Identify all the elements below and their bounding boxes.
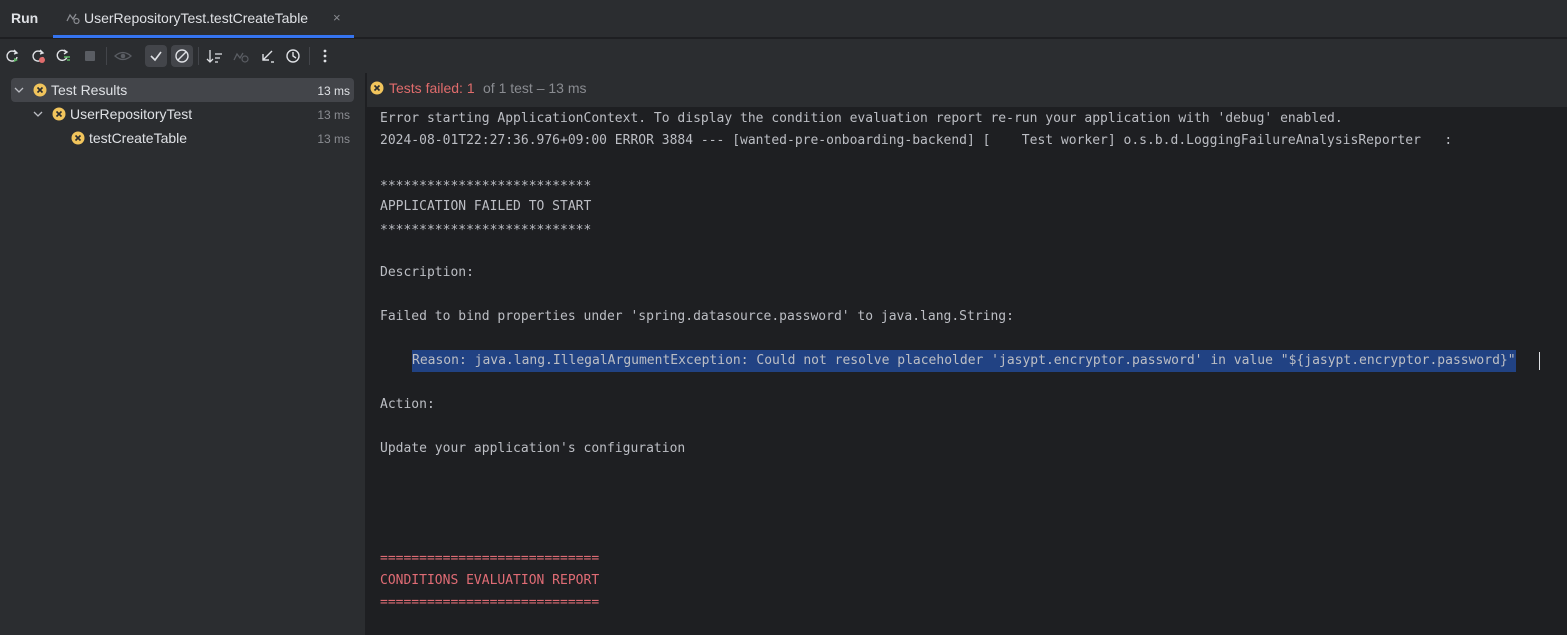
more-icon[interactable] — [314, 45, 336, 67]
run-tool-window-title: Run — [11, 10, 39, 26]
console-line-selected: Reason: java.lang.IllegalArgumentExcepti… — [412, 350, 1516, 372]
show-ignored-icon[interactable] — [112, 45, 134, 67]
console-line: 2024-08-01T22:27:36.976+09:00 ERROR 3884… — [380, 133, 1453, 148]
failed-status-icon — [370, 81, 384, 95]
console-line-error: CONDITIONS EVALUATION REPORT — [380, 573, 600, 588]
toolbar-divider — [106, 47, 107, 65]
tree-item-label: Test Results — [51, 82, 128, 98]
failed-status-icon — [33, 83, 47, 97]
tree-item-test-create-table[interactable]: testCreateTable 13 ms — [11, 126, 354, 150]
test-duration: 13 ms — [317, 84, 350, 98]
console-line: Failed to bind properties under 'spring.… — [380, 309, 1014, 324]
console-line-error: ============================ — [380, 551, 600, 566]
test-status-bar: Tests failed: 1 of 1 test – 13 ms — [367, 73, 1567, 107]
show-ignored-tests-icon[interactable] — [171, 45, 193, 67]
test-run-icon — [66, 13, 80, 25]
text-caret — [1539, 352, 1540, 370]
console-line: *************************** — [380, 223, 592, 238]
tree-item-label: UserRepositoryTest — [70, 106, 193, 122]
tool-window-header: Run UserRepositoryTest.testCreateTable × — [0, 0, 1567, 38]
sort-icon[interactable] — [204, 45, 226, 67]
toolbar-divider — [309, 47, 310, 65]
chevron-down-icon[interactable] — [13, 84, 25, 96]
tab-run-configuration[interactable]: UserRepositoryTest.testCreateTable × — [53, 0, 354, 38]
stop-icon[interactable] — [79, 45, 101, 67]
tree-item-test-results[interactable]: Test Results 13 ms — [11, 78, 354, 102]
console-output[interactable]: Error starting ApplicationContext. To di… — [367, 107, 1567, 635]
console-line: Error starting ApplicationContext. To di… — [380, 111, 1343, 126]
run-toolbar — [0, 39, 1567, 73]
test-tree-panel: Test Results 13 ms UserRepositoryTest 13… — [0, 73, 366, 635]
tree-item-label: testCreateTable — [89, 130, 188, 146]
console-line: Description: — [380, 265, 474, 280]
import-tests-icon[interactable] — [230, 45, 252, 67]
test-duration: 13 ms — [317, 132, 350, 146]
console-line: *************************** — [380, 179, 592, 194]
test-duration: 13 ms — [317, 108, 350, 122]
tests-failed-count: 1 — [466, 80, 475, 96]
failed-status-icon — [52, 107, 66, 121]
tests-summary: of 1 test – 13 ms — [483, 80, 587, 96]
history-icon[interactable] — [282, 45, 304, 67]
toggle-auto-test-icon[interactable] — [52, 45, 74, 67]
chevron-down-icon[interactable] — [32, 108, 44, 120]
close-icon[interactable]: × — [333, 10, 341, 25]
console-line: Update your application's configuration — [380, 441, 686, 456]
console-line-error: ============================ — [380, 595, 600, 610]
export-icon[interactable] — [256, 45, 278, 67]
tree-item-user-repository-test[interactable]: UserRepositoryTest 13 ms — [11, 102, 354, 126]
rerun-icon[interactable] — [1, 45, 23, 67]
rerun-failed-icon[interactable] — [27, 45, 49, 67]
console-line: Action: — [380, 397, 435, 412]
tests-failed-label: Tests failed: 1 — [389, 80, 475, 96]
show-passed-icon[interactable] — [145, 45, 167, 67]
console-line: APPLICATION FAILED TO START — [380, 199, 592, 214]
toolbar-divider — [198, 47, 199, 65]
active-tab-indicator — [53, 35, 354, 38]
tab-label: UserRepositoryTest.testCreateTable — [84, 10, 309, 26]
failed-status-icon — [71, 131, 85, 145]
